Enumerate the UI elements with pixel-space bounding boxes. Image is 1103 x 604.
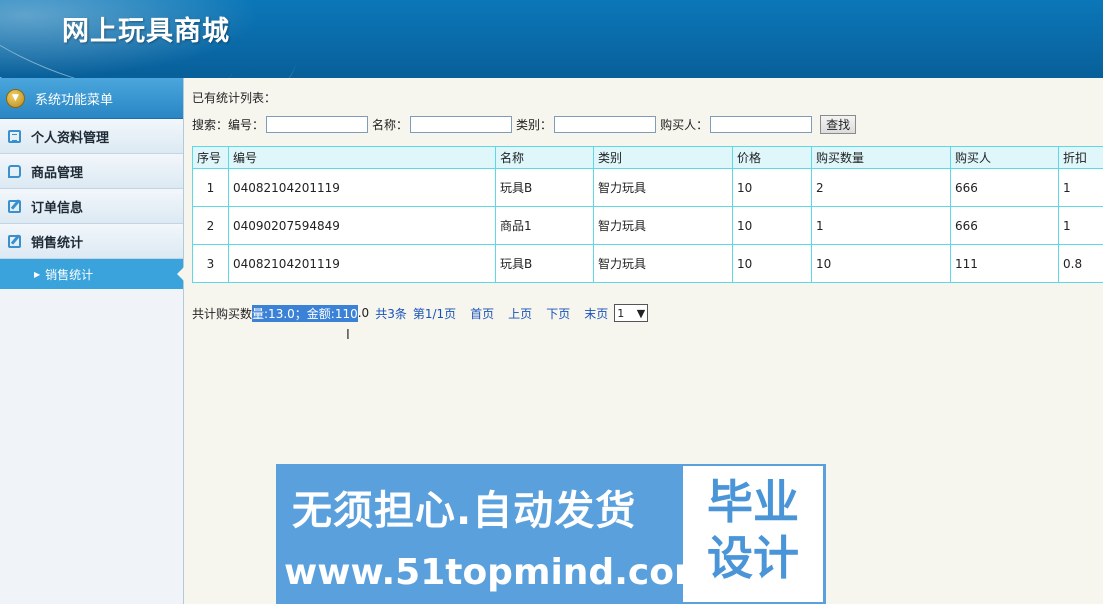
table-cell: 3 xyxy=(192,244,229,283)
table-row: 3 04082104201119 玩具B 智力玩具 10 10 111 0.8 xyxy=(192,244,1103,283)
search-category-input[interactable] xyxy=(554,116,657,133)
submenu-item-sales-stats[interactable]: ▶ 销售统计 xyxy=(0,259,184,289)
table-cell: 666 xyxy=(950,168,1059,207)
header-banner: 网上玩具商城 xyxy=(0,0,1103,78)
sidebar-item-sales-stats[interactable]: 销售统计 xyxy=(0,224,183,259)
watermark-slogan: 无须担心.自动发货 xyxy=(292,488,637,534)
search-prefix: 搜索： xyxy=(192,118,229,132)
sidebar-item-label: 商品管理 xyxy=(31,165,84,181)
sidebar-menu-title: 系统功能菜单 xyxy=(35,92,114,108)
table-cell: 10 xyxy=(732,244,812,283)
search-label-id: 编号： xyxy=(228,118,265,132)
table-cell: 智力玩具 xyxy=(593,168,733,207)
watermark-left: 无须担心.自动发货 www.51topmind.com xyxy=(276,464,711,604)
search-buyer-input[interactable] xyxy=(710,116,813,133)
table-cell: 玩具B xyxy=(495,168,594,207)
edit-icon xyxy=(8,199,21,213)
edit-icon xyxy=(8,234,21,248)
table-cell: 04082104201119 xyxy=(228,168,496,207)
column-header: 类别 xyxy=(593,146,733,169)
search-label-category: 类别： xyxy=(516,118,553,132)
column-header: 序号 xyxy=(192,146,229,169)
table-cell: 1 xyxy=(192,168,229,207)
search-label-buyer: 购买人： xyxy=(660,118,709,132)
table-row: 2 04090207594849 商品1 智力玩具 10 1 666 1 xyxy=(192,206,1103,245)
column-header: 名称 xyxy=(495,146,594,169)
search-label-name: 名称： xyxy=(372,118,409,132)
chevron-down-icon: ▼ xyxy=(636,306,646,320)
stats-table: 序号 编号 名称 类别 价格 购买数量 购买人 折扣 1 04082104201… xyxy=(192,146,1103,283)
watermark-banner: 无须担心.自动发货 www.51topmind.com 毕业设计 xyxy=(276,464,826,604)
chevron-down-icon: ▼ xyxy=(6,88,25,108)
table-cell: 666 xyxy=(950,206,1059,245)
table-cell: 1 xyxy=(1058,206,1103,245)
page-info: 第1/1页 xyxy=(412,306,457,321)
list-title: 已有统计列表： xyxy=(192,91,277,105)
table-cell: 111 xyxy=(950,244,1059,283)
table-row: 1 04082104201119 玩具B 智力玩具 10 2 666 1 xyxy=(192,168,1103,207)
column-header: 折扣 xyxy=(1058,146,1103,169)
search-bar: 搜索： 编号： 名称： 类别： 购买人： 查找 xyxy=(192,115,857,134)
column-header: 购买数量 xyxy=(811,146,951,169)
page-select[interactable]: 1 ▼ xyxy=(614,304,649,322)
table-cell: 10 xyxy=(732,168,812,207)
first-page-link[interactable]: 首页 xyxy=(470,305,494,322)
sidebar-item-profile[interactable]: 个人资料管理 xyxy=(0,119,183,154)
sidebar-item-label: 个人资料管理 xyxy=(31,130,110,146)
site-title: 网上玩具商城 xyxy=(62,16,230,47)
summary-text: 共计购买数 xyxy=(192,306,253,321)
table-cell: 智力玩具 xyxy=(593,244,733,283)
column-header: 编号 xyxy=(228,146,496,169)
table-cell: 商品1 xyxy=(495,206,594,245)
table-cell: 10 xyxy=(811,244,951,283)
search-name-input[interactable] xyxy=(410,116,513,133)
table-cell: 0.8 xyxy=(1058,244,1103,283)
list-icon xyxy=(8,129,21,143)
caret-right-icon: ▶ xyxy=(34,269,41,279)
comment-icon xyxy=(8,164,21,178)
total-records: 共3条 xyxy=(375,306,407,321)
watermark-url: www.51topmind.com xyxy=(284,552,712,593)
text-cursor-icon: I xyxy=(346,328,350,343)
column-header: 购买人 xyxy=(950,146,1059,169)
next-page-link[interactable]: 下页 xyxy=(546,305,570,322)
column-header: 价格 xyxy=(732,146,812,169)
table-cell: 2 xyxy=(192,206,229,245)
table-cell: 智力玩具 xyxy=(593,206,733,245)
sidebar-menu-header[interactable]: ▼ 系统功能菜单 xyxy=(0,78,183,119)
pager: 共计购买数 量:13.0；金额:110.0 共3条 第1/1页 首页 上页 下页 … xyxy=(192,304,649,322)
submenu-item-label: 销售统计 xyxy=(45,267,94,282)
last-page-link[interactable]: 末页 xyxy=(584,305,608,322)
table-cell: 1 xyxy=(811,206,951,245)
page-select-value: 1 xyxy=(617,306,625,320)
watermark-badge: 毕业设计 xyxy=(707,475,799,585)
summary-selected-text: 量:13.0；金额:110 xyxy=(252,304,358,322)
search-id-input[interactable] xyxy=(266,116,369,133)
table-cell: 玩具B xyxy=(495,244,594,283)
table-cell: 2 xyxy=(811,168,951,207)
search-button[interactable]: 查找 xyxy=(820,115,857,134)
watermark-badge-box: 毕业设计 xyxy=(683,466,823,602)
sidebar: ▼ 系统功能菜单 个人资料管理 商品管理 订单信息 销售统计 ▶ 销售统计 xyxy=(0,78,184,604)
sidebar-item-orders[interactable]: 订单信息 xyxy=(0,189,183,224)
prev-page-link[interactable]: 上页 xyxy=(508,305,532,322)
sidebar-item-label: 销售统计 xyxy=(31,235,84,251)
sidebar-item-products[interactable]: 商品管理 xyxy=(0,154,183,189)
table-cell: 04090207594849 xyxy=(228,206,496,245)
summary-text-tail: .0 xyxy=(357,306,370,320)
table-cell: 04082104201119 xyxy=(228,244,496,283)
sidebar-item-label: 订单信息 xyxy=(31,200,84,216)
table-cell: 1 xyxy=(1058,168,1103,207)
table-cell: 10 xyxy=(732,206,812,245)
table-header-row: 序号 编号 名称 类别 价格 购买数量 购买人 折扣 xyxy=(192,146,1103,169)
